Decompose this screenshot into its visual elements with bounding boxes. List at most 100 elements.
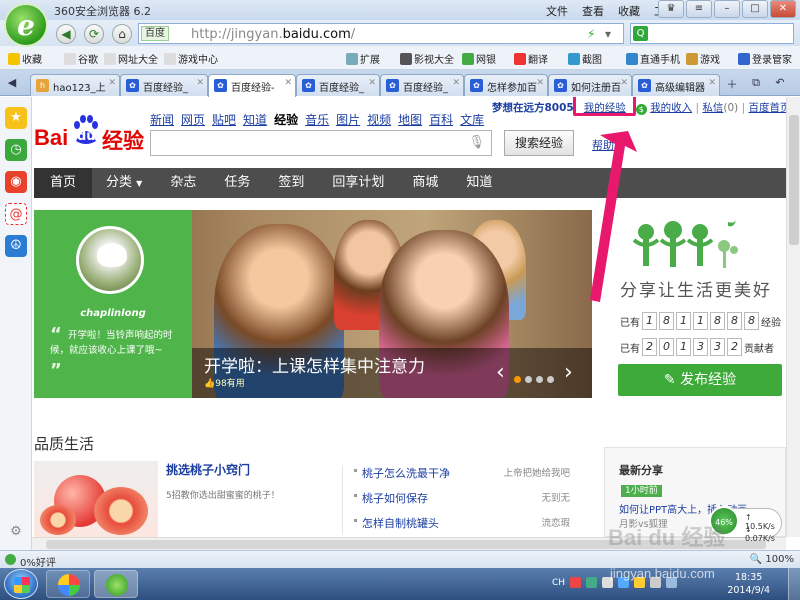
publish-experience-button[interactable]: ✎ 发布经验 [618,364,782,396]
close-icon[interactable]: ✕ [536,78,544,88]
start-button[interactable] [4,569,38,599]
catnav-reward-plan[interactable]: 回享计划 [318,168,398,198]
baidu-home-link[interactable]: 百度首页 [748,102,786,114]
taskbar-app-colors[interactable] [46,570,90,598]
tab-hao123[interactable]: h hao123_上 ✕ [30,74,120,96]
close-icon[interactable]: ✕ [708,78,716,88]
skin-icon[interactable]: ♛ [658,0,684,18]
catnav-categories[interactable]: 分类 ▼ [92,168,156,198]
nav-zhidao[interactable]: 知道 [243,111,267,128]
close-button[interactable]: ✕ [770,0,796,18]
language-indicator[interactable]: CH [552,578,565,588]
zoom-level[interactable]: 🔍 100% [750,554,794,565]
peace-icon[interactable]: ☮ [5,235,27,257]
catnav-magazine[interactable]: 杂志 [156,168,210,198]
refresh-button[interactable]: ⟳ [84,24,104,44]
close-icon[interactable]: ✕ [196,78,204,88]
pager-dot[interactable] [536,376,543,383]
nav-tieba[interactable]: 贴吧 [212,111,236,128]
vertical-scrollbar[interactable] [786,97,800,537]
feature-title-link[interactable]: 挑选桃子小窍门 [166,461,250,478]
browser-search-field[interactable]: Q [630,23,794,44]
banner-author-name[interactable]: chaplinlong [34,308,192,319]
tray-app-icon[interactable] [586,577,598,588]
lightning-icon[interactable]: ⚡ [587,27,595,41]
nav-images[interactable]: 图片 [336,111,360,128]
status-rating[interactable]: 0%好评 [20,554,56,569]
banner-prev-arrow[interactable]: ‹ [496,360,505,385]
nav-wenku[interactable]: 文库 [460,111,484,128]
fav-login-manager[interactable]: 登录管家 [738,51,792,66]
avatar[interactable] [76,226,144,294]
system-clock[interactable]: 18:35 2014/9/4 [727,571,770,597]
menu-favorites[interactable]: 收藏 [618,3,640,19]
search-engine-icon[interactable]: Q [633,26,648,41]
peach-image[interactable] [34,461,158,537]
nav-baike[interactable]: 百科 [429,111,453,128]
catnav-tasks[interactable]: 任务 [210,168,264,198]
catnav-mall[interactable]: 商城 [398,168,452,198]
baidu-jingyan-logo[interactable]: Bai du 经验 [34,115,154,155]
help-link[interactable]: 帮助 [592,137,614,153]
show-desktop-button[interactable] [788,568,800,600]
list-item[interactable]: 桃子怎么洗最干净 上帝把她给我吧 [354,465,570,490]
minimize-button[interactable]: – [714,0,740,18]
favorites-star-icon[interactable]: ★ [5,107,27,129]
tab-jingyan-active[interactable]: ✿ 百度经验- ✕ [208,74,296,97]
pager-dot[interactable] [525,376,532,383]
back-button[interactable]: ◀ [56,24,76,44]
list-item[interactable]: 怎样自制桃罐头 流恋瑕 [354,515,570,537]
menu-file[interactable]: 文件 [546,3,568,19]
taskbar-app-360-browser[interactable] [94,570,138,598]
url-field[interactable]: 百度 http://jingyan.baidu.com/ ⚡ ▾ [138,23,624,44]
restore-tab-icon[interactable]: ⧉ [748,76,764,92]
list-item[interactable]: 桃子如何保存 无到无 [354,490,570,515]
maximize-button[interactable]: □ [742,0,768,18]
tab-jingyan-1[interactable]: ✿ 百度经验_ ✕ [120,74,208,96]
fav-extensions[interactable]: 扩展 [346,51,380,66]
tab-scroll-left-icon[interactable]: ◀ [4,76,20,92]
nav-web[interactable]: 网页 [181,111,205,128]
nav-music[interactable]: 音乐 [305,111,329,128]
close-icon[interactable]: ✕ [368,78,376,88]
catnav-checkin[interactable]: 签到 [264,168,318,198]
fav-google[interactable]: 谷歌 [64,51,98,66]
nav-map[interactable]: 地图 [398,111,422,128]
undo-close-icon[interactable]: ↶ [772,76,788,92]
input-method-icon[interactable] [570,577,582,588]
new-tab-icon[interactable]: ＋ [724,76,740,92]
home-button[interactable]: ⌂ [112,24,132,44]
messages-link[interactable]: 私信 [702,102,723,114]
pager-dot[interactable] [547,376,554,383]
close-icon[interactable]: ✕ [284,78,292,88]
tab-register[interactable]: ✿ 如何注册百 ✕ [548,74,632,96]
nav-video[interactable]: 视频 [367,111,391,128]
my-income-link[interactable]: 我的收入 [650,102,692,114]
fav-url-directory[interactable]: 网址大全 [104,51,158,66]
fav-collect[interactable]: 收藏 [8,51,42,66]
banner-next-arrow[interactable]: › [564,360,573,385]
fav-phone[interactable]: 直通手机 [626,51,680,66]
list-icon[interactable]: ≡ [686,0,712,18]
close-icon[interactable]: ✕ [108,78,116,88]
weibo-icon[interactable]: ◉ [5,171,27,193]
tab-jingyan-4[interactable]: ✿ 百度经验_ ✕ [380,74,464,96]
close-icon[interactable]: ✕ [620,78,628,88]
catnav-home[interactable]: 首页 [34,168,93,198]
fav-video[interactable]: 影视大全 [400,51,454,66]
dropdown-icon[interactable]: ▾ [605,27,611,41]
experience-search-input[interactable]: 🎙 [150,130,492,156]
username-link[interactable]: 梦想在远方8005 [492,102,574,114]
fav-game-center[interactable]: 游戏中心 [164,51,218,66]
pager-dot[interactable] [514,376,521,383]
close-icon[interactable]: ✕ [452,78,460,88]
tab-jingyan-3[interactable]: ✿ 百度经验_ ✕ [296,74,380,96]
tab-editor[interactable]: ✿ 高级编辑器 ✕ [632,74,720,96]
featured-banner[interactable]: chaplinlong “ 开学啦！当铃声响起的时候，就应该收心上课了哦~ ” … [34,210,592,398]
clock-icon[interactable]: ◷ [5,139,27,161]
fav-translate[interactable]: 翻译 [514,51,548,66]
fav-games[interactable]: 游戏 [686,51,720,66]
fav-bank[interactable]: 网银 [462,51,496,66]
tab-join[interactable]: ✿ 怎样参加百 ✕ [464,74,548,96]
nav-news[interactable]: 新闻 [150,111,174,128]
